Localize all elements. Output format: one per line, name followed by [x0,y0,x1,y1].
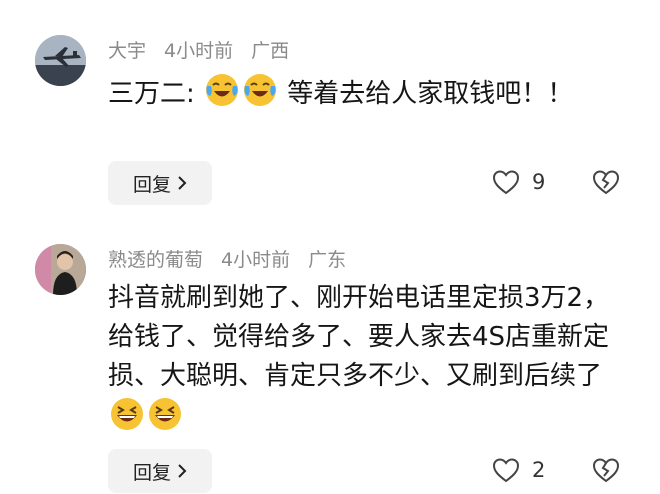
avatar[interactable] [35,244,86,295]
reply-label: 回复 [132,461,171,484]
broken-heart-icon [592,170,620,195]
reply-button[interactable]: 回复 [108,161,212,205]
reply-label: 回复 [132,173,171,196]
comment-list: 大宇 4小时前 广西 三万二: 等着去给人家取钱吧！！ 回复 9 熟透的葡萄 4… [0,0,660,494]
grinning-squint-emoji [149,398,181,430]
broken-heart-icon [592,458,620,483]
dislike-button[interactable] [592,169,620,199]
airplane-photo [35,35,86,86]
location: 广东 [308,249,347,271]
chevron-right-icon [178,464,187,478]
comment-text-start: 三万二: [108,79,195,109]
comment-text: 抖音就刷到她了、刚开始电话里定损3万2，给钱了、觉得给多了、要人家去4S店重新定… [108,279,628,438]
username[interactable]: 大宇 [108,36,146,63]
like-count: 9 [532,170,546,194]
comment-meta: 熟透的葡萄 4小时前 广东 [108,245,346,272]
comment-text: 三万二: 等着去给人家取钱吧！！ [108,72,628,114]
person-photo [35,244,86,295]
comment-text-content: 抖音就刷到她了、刚开始电话里定损3万2，给钱了、觉得给多了、要人家去4S店重新定… [108,283,610,391]
comment-text-end: 等着去给人家取钱吧！！ [287,79,574,109]
heart-icon [492,170,520,195]
like-count: 2 [532,458,546,482]
like-button[interactable]: 2 [492,457,545,483]
dislike-button[interactable] [592,457,620,487]
location: 广西 [251,40,290,62]
laughing-crying-emoji [206,74,239,106]
comment-meta: 大宇 4小时前 广西 [108,36,289,63]
laughing-crying-emoji [244,74,277,106]
timestamp: 4小时前 [221,249,291,271]
heart-icon [492,458,520,483]
like-button[interactable]: 9 [492,169,545,195]
grinning-squint-emoji [111,398,143,430]
reply-button[interactable]: 回复 [108,449,212,493]
timestamp: 4小时前 [164,40,234,62]
chevron-right-icon [178,176,187,190]
avatar[interactable] [35,35,86,86]
username[interactable]: 熟透的葡萄 [108,245,203,272]
